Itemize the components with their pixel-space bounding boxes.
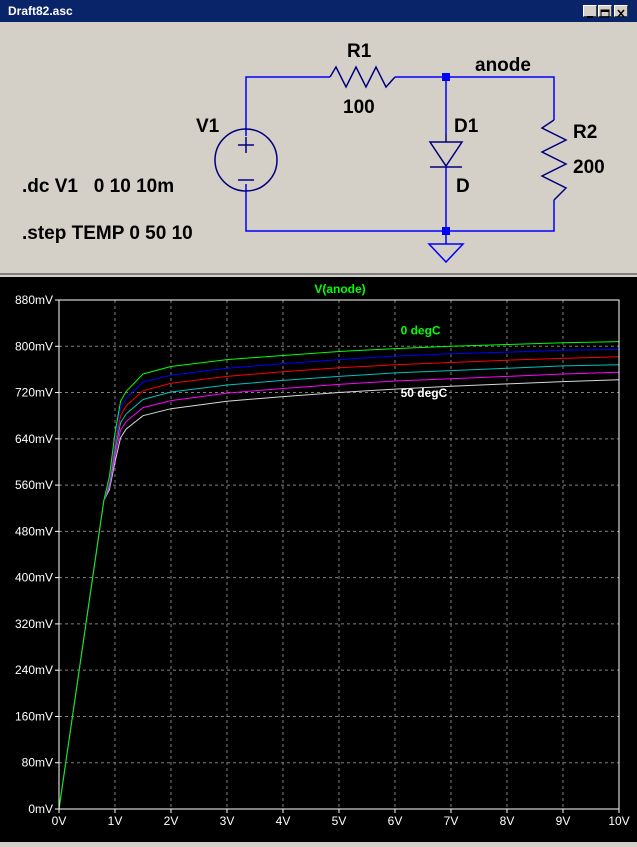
y-tick-label: 0mV xyxy=(28,802,53,816)
dc-directive[interactable]: .dc V1 0 10 10m xyxy=(22,176,174,197)
anode-net-label[interactable]: anode xyxy=(475,55,531,76)
x-tick-label: 5V xyxy=(332,814,347,828)
close-button[interactable] xyxy=(614,5,628,18)
d1-name-label: D1 xyxy=(454,116,479,137)
x-tick-label: 1V xyxy=(108,814,123,828)
x-tick-label: 3V xyxy=(220,814,235,828)
y-tick-label: 560mV xyxy=(15,478,53,492)
y-tick-label: 720mV xyxy=(15,386,53,400)
step-directive[interactable]: .step TEMP 0 50 10 xyxy=(22,223,193,244)
v1-name-label: V1 xyxy=(196,116,220,137)
close-icon xyxy=(617,9,625,18)
x-tick-label: 2V xyxy=(164,814,179,828)
y-tick-label: 480mV xyxy=(15,524,53,538)
y-tick-label: 240mV xyxy=(15,663,53,677)
x-tick-label: 8V xyxy=(500,814,515,828)
diode-d1-symbol[interactable] xyxy=(428,134,464,168)
trace-title-label[interactable]: V(anode) xyxy=(314,282,365,296)
junction-dot xyxy=(442,73,450,81)
voltage-source-v1-symbol[interactable] xyxy=(214,128,278,192)
minimize-button[interactable] xyxy=(583,5,597,18)
plot-axes: 0V 1V 2V 3V 4V 5V 6V 7V 8V 9V 10V 0mV 80mV 160mV 240mV… xyxy=(15,293,630,828)
resistor-r1-symbol[interactable] xyxy=(329,65,396,89)
r1-value-label: 100 xyxy=(343,97,375,118)
waveform-pane[interactable]: V(anode) 0V 1V 2V 3V 4V 5V 6V 7V 8V 9V 10V 0mV 80mV 1… xyxy=(0,277,637,842)
window-title: Draft82.asc xyxy=(8,4,73,18)
x-tick-label: 10V xyxy=(608,814,629,828)
r2-value-label: 200 xyxy=(573,157,605,178)
ground-symbol xyxy=(427,243,465,264)
maximize-button[interactable] xyxy=(598,5,612,18)
trace-annotation-label: 0 degC xyxy=(401,324,441,338)
r1-name-label: R1 xyxy=(347,41,372,62)
waveform-plot[interactable]: V(anode) 0V 1V 2V 3V 4V 5V 6V 7V 8V 9V 10V 0mV 80mV 1… xyxy=(0,277,637,842)
x-tick-label: 9V xyxy=(556,814,571,828)
schematic-canvas[interactable]: R1 100 anode D1 D R2 200 V1 .dc V1 0 10 … xyxy=(0,22,637,273)
y-tick-label: 640mV xyxy=(15,432,53,446)
y-tick-label: 80mV xyxy=(22,756,53,770)
series-line xyxy=(58,364,620,810)
d1-model-label: D xyxy=(456,176,470,197)
x-tick-label: 4V xyxy=(276,814,291,828)
minimize-icon xyxy=(587,16,593,18)
window-titlebar[interactable]: Draft82.asc xyxy=(0,0,637,22)
y-tick-label: 160mV xyxy=(15,709,53,723)
x-tick-label: 6V xyxy=(388,814,403,828)
plot-annotations: 0 degC 50 degC xyxy=(401,324,448,400)
y-tick-label: 320mV xyxy=(15,617,53,631)
x-tick-label: 0V xyxy=(52,814,67,828)
junction-dot xyxy=(442,227,450,235)
wires xyxy=(245,76,555,244)
resistor-r2-symbol[interactable] xyxy=(540,119,568,201)
trace-annotation-label: 50 degC xyxy=(401,386,448,400)
y-tick-label: 400mV xyxy=(15,571,53,585)
maximize-icon xyxy=(600,9,610,18)
y-tick-label: 800mV xyxy=(15,339,53,353)
schematic-pane[interactable]: R1 100 anode D1 D R2 200 V1 .dc V1 0 10 … xyxy=(0,22,637,275)
y-tick-label: 880mV xyxy=(15,293,53,307)
r2-name-label: R2 xyxy=(573,122,597,143)
x-tick-label: 7V xyxy=(444,814,459,828)
